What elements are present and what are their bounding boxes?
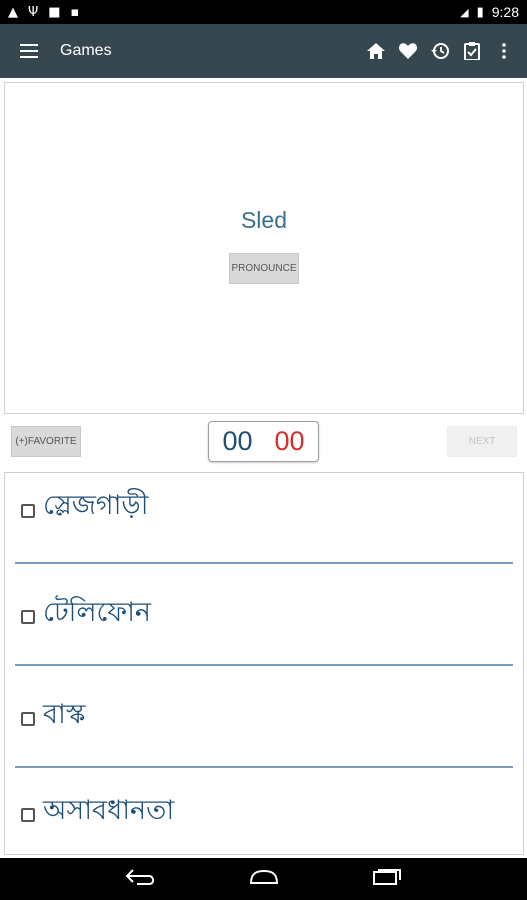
usb-icon: Ψ — [28, 4, 39, 20]
add-favorite-button[interactable]: (+)FAVORITE — [11, 426, 81, 457]
signal-icon: ◢ — [460, 5, 469, 19]
lock-icon: ■ — [48, 4, 61, 20]
word-card: Sled PRONOUNCE — [4, 82, 524, 414]
answer-option[interactable]: অসাবধানতা — [5, 768, 523, 856]
answer-checkbox[interactable] — [21, 712, 35, 726]
score-counter: 00 00 — [208, 421, 319, 462]
clipboard-button[interactable] — [459, 31, 485, 71]
home-button[interactable] — [363, 31, 389, 71]
next-button[interactable]: NEXT — [447, 426, 517, 457]
pronounce-button[interactable]: PRONOUNCE — [229, 253, 299, 284]
menu-button[interactable] — [0, 24, 60, 78]
clipboard-icon — [464, 42, 480, 60]
status-time: 9:28 — [491, 4, 519, 20]
answer-checkbox[interactable] — [21, 610, 35, 624]
app-bar: Games — [0, 24, 527, 78]
answer-checkbox[interactable] — [21, 503, 35, 518]
answer-option[interactable]: টেলিফোন — [5, 564, 523, 664]
answer-checkbox[interactable] — [21, 808, 35, 822]
heart-icon — [399, 43, 417, 59]
overflow-menu-button[interactable] — [491, 31, 517, 71]
warning-icon: ▲ — [8, 4, 18, 20]
app-actions — [363, 31, 527, 71]
status-system: ◢ ▮ 9:28 — [460, 4, 519, 20]
wrong-count: 00 — [274, 426, 305, 456]
recents-button[interactable] — [372, 868, 402, 890]
storage-icon: ▪ — [70, 4, 80, 20]
quiz-word: Sled — [240, 207, 288, 233]
hamburger-icon — [20, 44, 38, 58]
status-notifications: ▲ Ψ ■ ▪ — [8, 5, 79, 20]
back-button[interactable] — [125, 868, 157, 890]
answer-label: টেলিফোন — [43, 596, 152, 628]
back-icon — [125, 869, 155, 885]
system-nav-bar — [0, 858, 527, 900]
page-title: Games — [60, 42, 112, 59]
answer-option[interactable]: বাস্ক — [5, 666, 523, 766]
answer-label: স্লেজগাড়ী — [43, 490, 149, 521]
home-nav-icon — [250, 869, 279, 884]
recents-icon — [372, 869, 401, 885]
controls-row: (+)FAVORITE 00 00 NEXT — [0, 418, 527, 466]
history-icon — [431, 43, 449, 59]
more-vert-icon — [502, 43, 506, 59]
answer-label: অসাবধানতা — [43, 794, 175, 826]
status-bar: ▲ Ψ ■ ▪ ◢ ▮ 9:28 — [0, 0, 527, 24]
battery-icon: ▮ — [476, 4, 484, 20]
answer-option[interactable]: স্লেজগাড়ী — [5, 473, 523, 562]
home-icon — [367, 43, 385, 59]
home-nav-button[interactable] — [247, 869, 281, 889]
favorites-button[interactable] — [395, 31, 421, 71]
correct-count: 00 — [222, 426, 253, 456]
answer-list: স্লেজগাড়ী টেলিফোন বাস্ক অসাবধানতা — [4, 472, 524, 855]
answer-label: বাস্ক — [43, 698, 86, 730]
history-button[interactable] — [427, 31, 453, 71]
